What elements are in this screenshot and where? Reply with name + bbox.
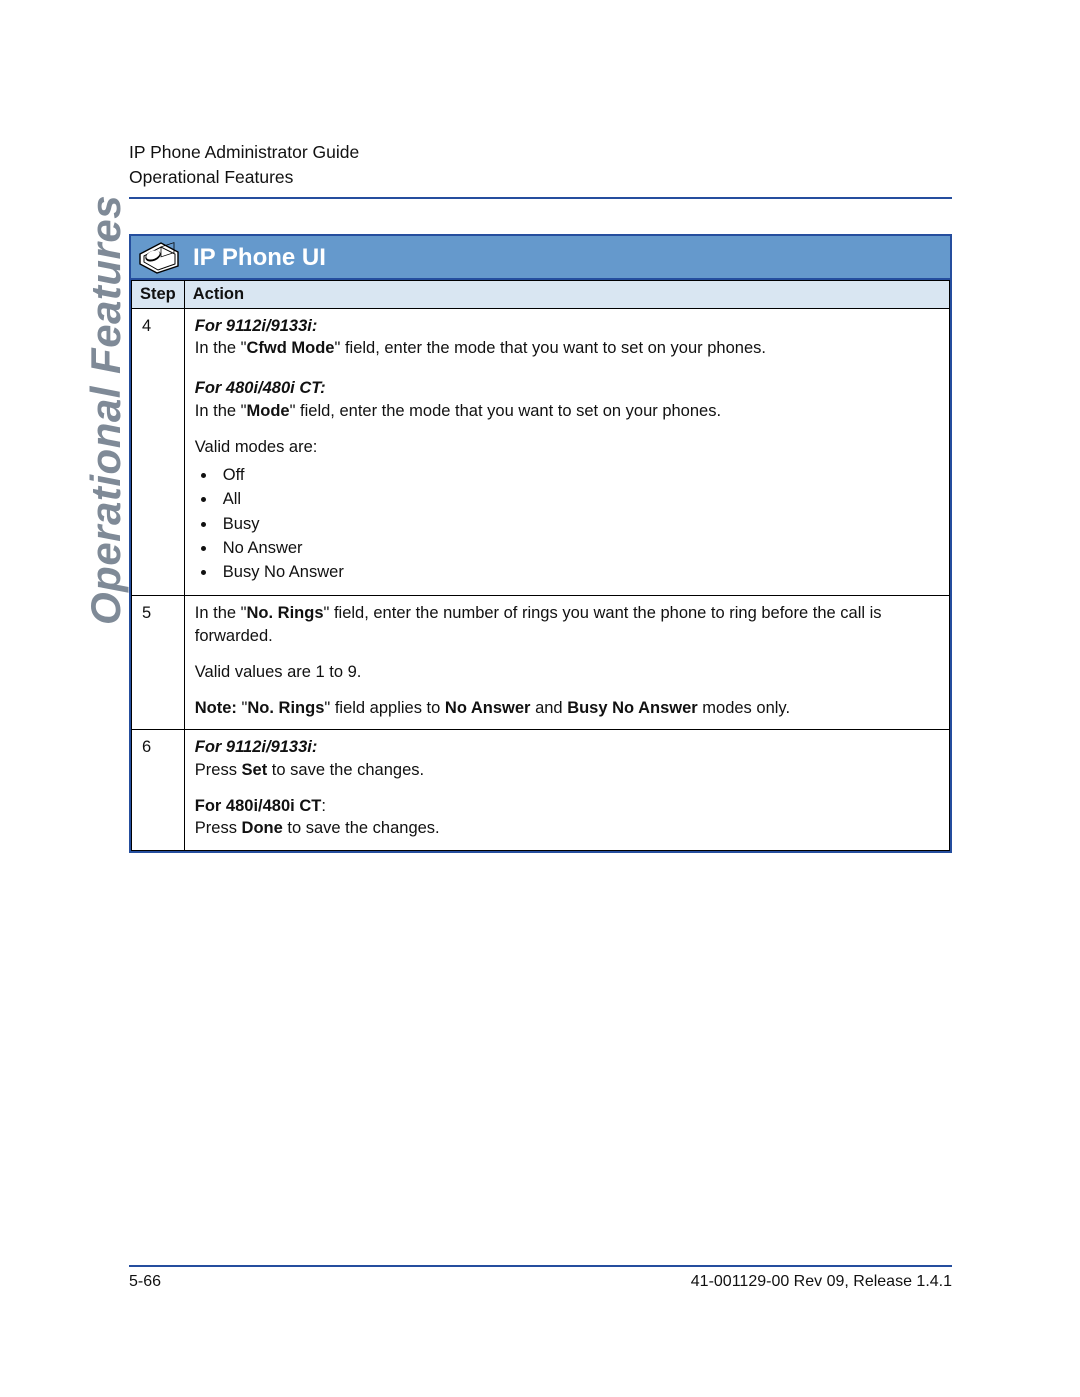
step-number: 5 (132, 596, 185, 730)
modes-list: Off All Busy No Answer Busy No Answer (217, 464, 939, 583)
step-number: 4 (132, 308, 185, 596)
text: " (237, 699, 247, 717)
page-footer: 5-66 41-001129-00 Rev 09, Release 1.4.1 (129, 1265, 952, 1291)
table-row: 4 For 9112i/9133i: In the "Cfwd Mode" fi… (132, 308, 950, 596)
table-row: 5 In the "No. Rings" field, enter the nu… (132, 596, 950, 730)
text: " field applies to (324, 699, 445, 717)
footer-rule (129, 1265, 952, 1267)
page-body: IP Phone Administrator Guide Operational… (129, 140, 952, 1287)
model-heading: For 9112i/9133i: (195, 317, 318, 335)
model-heading: For 9112i/9133i: (195, 738, 318, 756)
list-item: Off (217, 464, 939, 486)
text: modes only. (698, 699, 790, 717)
text: In the " (195, 339, 247, 357)
header-rule (129, 197, 952, 199)
text: to save the changes. (283, 819, 440, 837)
header-title: IP Phone Administrator Guide (129, 140, 952, 165)
text: and (530, 699, 567, 717)
model-heading: For 480i/480i CT: (195, 379, 326, 397)
text: Valid modes are: (195, 436, 939, 458)
mode-name: No Answer (445, 699, 531, 717)
steps-body: 4 For 9112i/9133i: In the "Cfwd Mode" fi… (132, 308, 950, 850)
step-action: For 9112i/9133i: In the "Cfwd Mode" fiel… (184, 308, 949, 596)
text: to save the changes. (267, 761, 424, 779)
phone-icon (139, 242, 179, 274)
step-number: 6 (132, 730, 185, 850)
procedure-panel: IP Phone UI Step Action 4 For 9112i/9133… (129, 234, 952, 853)
step-action: In the "No. Rings" field, enter the numb… (184, 596, 949, 730)
field-name: No. Rings (247, 604, 324, 622)
note-label: Note: (195, 699, 237, 717)
list-item: Busy (217, 513, 939, 535)
list-item: Busy No Answer (217, 561, 939, 583)
text: Press (195, 819, 242, 837)
table-row: 6 For 9112i/9133i: Press Set to save the… (132, 730, 950, 850)
list-item: No Answer (217, 537, 939, 559)
col-step-header: Step (132, 280, 185, 308)
field-name: Cfwd Mode (247, 339, 335, 357)
text: Valid values are 1 to 9. (195, 661, 939, 683)
text: In the " (195, 402, 247, 420)
doc-id: 41-001129-00 Rev 09, Release 1.4.1 (691, 1273, 952, 1291)
panel-title-text: IP Phone UI (193, 244, 326, 272)
header-subtitle: Operational Features (129, 165, 952, 190)
field-name: No. Rings (247, 699, 324, 717)
text: In the " (195, 604, 247, 622)
text: " field, enter the mode that you want to… (290, 402, 721, 420)
text: " field, enter the mode that you want to… (335, 339, 766, 357)
list-item: All (217, 488, 939, 510)
text: : (321, 797, 326, 815)
text: Press (195, 761, 242, 779)
model-heading: For 480i/480i CT (195, 797, 322, 815)
panel-title-bar: IP Phone UI (131, 236, 950, 280)
key-name: Done (242, 819, 283, 837)
key-name: Set (242, 761, 268, 779)
page-number: 5-66 (129, 1273, 161, 1291)
side-section-label: Operational Features (82, 225, 130, 625)
steps-table: Step Action 4 For 9112i/9133i: In the "C… (131, 280, 950, 851)
col-action-header: Action (184, 280, 949, 308)
step-action: For 9112i/9133i: Press Set to save the c… (184, 730, 949, 850)
mode-name: Busy No Answer (567, 699, 698, 717)
running-header: IP Phone Administrator Guide Operational… (129, 140, 952, 199)
field-name: Mode (247, 402, 290, 420)
